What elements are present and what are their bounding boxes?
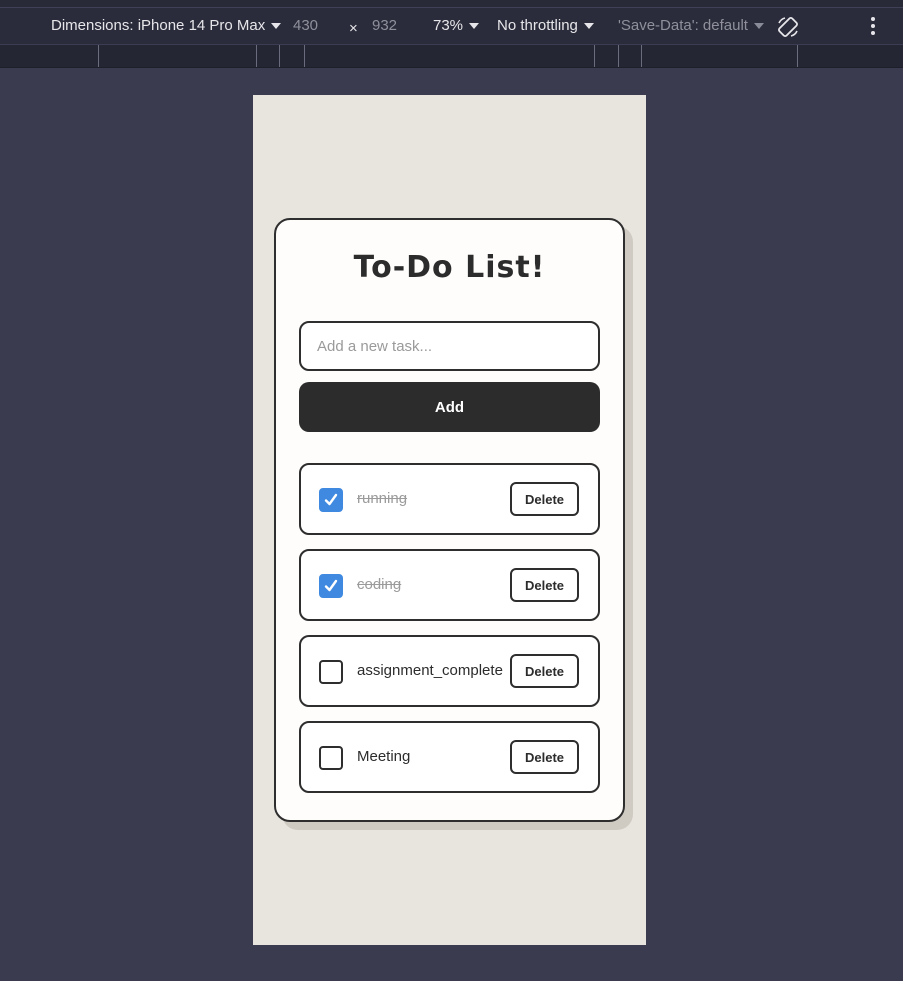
- chevron-down-icon: [583, 22, 594, 29]
- new-task-input[interactable]: [299, 321, 600, 371]
- task-label: assignment_complete: [357, 662, 503, 679]
- delete-task-button[interactable]: Delete: [510, 740, 579, 774]
- ruler-tick: [304, 45, 305, 67]
- ruler-tick: [797, 45, 798, 67]
- delete-task-button[interactable]: Delete: [510, 482, 579, 516]
- ruler-tick: [98, 45, 99, 67]
- zoom-label: 73%: [433, 17, 464, 34]
- save-data-select[interactable]: 'Save-Data': default: [618, 17, 764, 34]
- throttling-label: No throttling: [497, 17, 578, 34]
- media-query-ruler: [0, 45, 903, 68]
- device-viewport: To-Do List! Add running Delete co: [253, 95, 646, 945]
- todo-card: To-Do List! Add running Delete co: [274, 218, 625, 822]
- task-list: running Delete coding Delete assignment_…: [299, 463, 600, 807]
- checkmark-icon: [324, 493, 338, 506]
- height-input[interactable]: 932: [372, 17, 397, 34]
- task-item-meeting: Meeting Delete: [299, 721, 600, 793]
- ruler-tick: [256, 45, 257, 67]
- ruler-tick: [618, 45, 619, 67]
- task-checkbox[interactable]: [319, 746, 343, 770]
- more-options-icon[interactable]: [866, 17, 880, 37]
- ruler-tick: [594, 45, 595, 67]
- ruler-tick: [641, 45, 642, 67]
- devtools-device-toolbar: Dimensions: iPhone 14 Pro Max 430 × 932 …: [0, 0, 903, 45]
- add-task-button[interactable]: Add: [299, 382, 600, 432]
- task-item-coding: coding Delete: [299, 549, 600, 621]
- task-item-running: running Delete: [299, 463, 600, 535]
- task-item-assignment-complete: assignment_complete Delete: [299, 635, 600, 707]
- chevron-down-icon: [753, 22, 764, 29]
- task-label: running: [357, 490, 408, 507]
- zoom-select[interactable]: 73%: [433, 17, 480, 34]
- page-title: To-Do List!: [353, 250, 546, 285]
- device-select[interactable]: Dimensions: iPhone 14 Pro Max: [51, 17, 282, 34]
- task-label: Meeting: [357, 748, 411, 765]
- checkmark-icon: [324, 579, 338, 592]
- devtools-top-border: [0, 0, 903, 8]
- task-checkbox[interactable]: [319, 660, 343, 684]
- dimension-separator: ×: [349, 20, 358, 37]
- throttling-select[interactable]: No throttling: [497, 17, 594, 34]
- rotate-icon[interactable]: [776, 15, 800, 39]
- delete-task-button[interactable]: Delete: [510, 654, 579, 688]
- task-checkbox-checked[interactable]: [319, 574, 343, 598]
- delete-task-button[interactable]: Delete: [510, 568, 579, 602]
- width-input[interactable]: 430: [293, 17, 318, 34]
- chevron-down-icon: [469, 22, 480, 29]
- device-select-label: Dimensions: iPhone 14 Pro Max: [51, 17, 266, 34]
- save-data-label: 'Save-Data': default: [618, 17, 748, 34]
- task-checkbox-checked[interactable]: [319, 488, 343, 512]
- chevron-down-icon: [271, 22, 282, 29]
- task-label: coding: [357, 576, 402, 593]
- ruler-tick: [279, 45, 280, 67]
